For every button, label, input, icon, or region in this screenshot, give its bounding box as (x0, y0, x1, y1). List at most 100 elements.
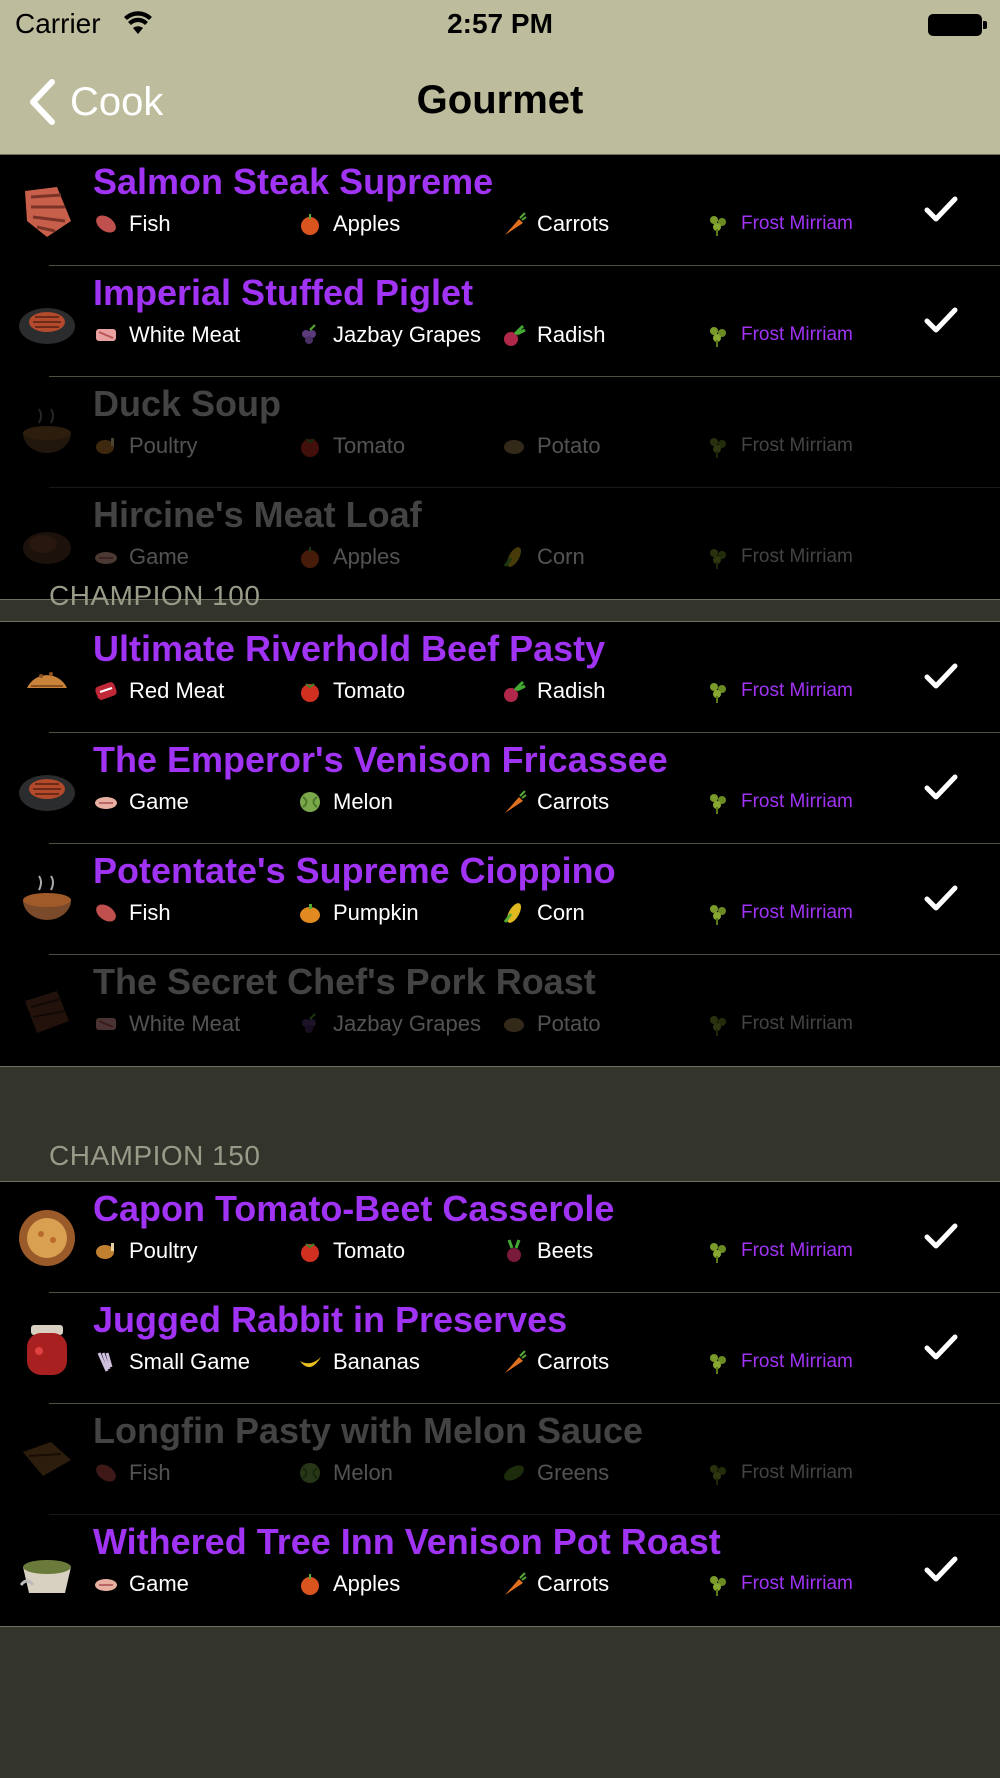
ingredient-3: Carrots (501, 207, 609, 241)
recipe-row[interactable]: Longfin Pasty with Melon Sauce Fish Melo… (0, 1404, 1000, 1515)
checkmark-icon (924, 307, 958, 333)
herb-icon (710, 327, 726, 347)
ingredient-4: Frost Mirriam (705, 1456, 853, 1490)
ingredient-label: White Meat (129, 1011, 241, 1036)
ingredient-label: Fish (129, 1460, 171, 1485)
recipe-row[interactable]: Withered Tree Inn Venison Pot Roast Game… (0, 1515, 1000, 1626)
ingredient-label: Carrots (537, 1571, 610, 1596)
ingredient-label: Bananas (333, 1349, 420, 1374)
poultry-icon (96, 1243, 114, 1259)
ingredient-label: Corn (537, 544, 585, 569)
ingredient-label: Melon (333, 789, 393, 814)
small-game-icon (97, 1352, 113, 1372)
recipe-row[interactable]: Potentate's Supreme Cioppino Fish Pumpki… (0, 844, 1000, 955)
recipe-row[interactable]: Salmon Steak Supreme Fish Apples Carrots… (0, 155, 1000, 266)
herb-icon (710, 1016, 726, 1036)
recipe-name: Hircine's Meat Loaf (93, 494, 422, 535)
apple-icon (301, 214, 319, 235)
herb-icon (710, 216, 726, 236)
ingredient-label: Potato (537, 1011, 601, 1036)
ingredient-label: Frost Mirriam (741, 1013, 853, 1034)
recipe-row[interactable]: Imperial Stuffed Piglet White Meat Jazba… (0, 266, 1000, 377)
recipe-name: Imperial Stuffed Piglet (93, 272, 474, 313)
ingredient-4: Frost Mirriam (705, 429, 853, 463)
greens-icon (504, 1465, 524, 1481)
recipe-name: Duck Soup (93, 383, 282, 424)
ingredient-3: Potato (501, 1007, 601, 1041)
radish-icon (504, 680, 526, 702)
herb-icon (710, 1576, 726, 1596)
ingredient-label: Game (129, 1571, 189, 1596)
apple-icon (301, 547, 319, 568)
recipe-name: Potentate's Supreme Cioppino (93, 850, 616, 891)
melon-icon (300, 792, 320, 812)
ingredient-1: Fish (93, 207, 171, 241)
ingredient-2: Apples (297, 1567, 400, 1601)
ingredient-label: Red Meat (129, 678, 225, 703)
herb-icon (710, 1465, 726, 1485)
recipe-row[interactable]: Capon Tomato-Beet Casserole Poultry Toma… (0, 1182, 1000, 1293)
ingredient-label: Carrots (537, 1349, 610, 1374)
corn-icon (503, 903, 521, 923)
ingredient-1: White Meat (93, 1007, 240, 1041)
recipe-group: Capon Tomato-Beet Casserole Poultry Toma… (0, 1181, 1000, 1627)
potato-icon (504, 1018, 524, 1032)
pork-roast-icon (25, 991, 69, 1033)
ingredient-label: Frost Mirriam (741, 1240, 853, 1261)
ingredient-label: Radish (537, 678, 606, 703)
ingredient-1: Fish (93, 896, 171, 930)
herb-icon (710, 438, 726, 458)
corn-icon (503, 547, 521, 567)
ingredient-1: Poultry (93, 1234, 197, 1268)
recipe-name: Salmon Steak Supreme (93, 161, 494, 202)
ingredient-label: Jazbay Grapes (333, 1011, 481, 1036)
ingredient-3: Radish (501, 674, 605, 708)
cioppino-icon (23, 875, 71, 920)
ingredient-label: Frost Mirriam (741, 435, 853, 456)
ingredient-label: Potato (537, 433, 601, 458)
ingredient-2: Tomato (297, 1234, 405, 1268)
recipe-row[interactable]: Jugged Rabbit in Preserves Small Game Ba… (0, 1293, 1000, 1404)
herb-icon (710, 1243, 726, 1263)
checkmark-icon (924, 1223, 958, 1249)
ingredient-1: Red Meat (93, 674, 224, 708)
recipe-row[interactable]: Ultimate Riverhold Beef Pasty Red Meat T… (0, 622, 1000, 733)
longfin-pasty-icon (23, 1442, 71, 1476)
ingredient-label: Game (129, 544, 189, 569)
ingredient-3: Carrots (501, 785, 609, 819)
ingredient-4: Frost Mirriam (705, 785, 853, 819)
ingredient-2: Jazbay Grapes (297, 1007, 481, 1041)
ingredient-label: Pumpkin (333, 900, 419, 925)
recipe-group: Ultimate Riverhold Beef Pasty Red Meat T… (0, 621, 1000, 1067)
navigation-bar: Cook Gourmet (0, 50, 1000, 155)
ingredient-4: Frost Mirriam (705, 1345, 853, 1379)
ingredient-4: Frost Mirriam (705, 674, 853, 708)
status-bar: Carrier 2:57 PM (0, 0, 1000, 50)
radish-icon (504, 324, 526, 346)
recipe-row[interactable]: Duck Soup Poultry Tomato Potato Frost Mi… (0, 377, 1000, 488)
tomato-icon (301, 1243, 319, 1262)
pumpkin-icon (300, 904, 320, 923)
recipe-name: The Emperor's Venison Fricassee (93, 739, 668, 780)
ingredient-label: Frost Mirriam (741, 680, 853, 701)
fish-icon (96, 1464, 116, 1482)
tomato-icon (301, 438, 319, 457)
recipe-name: Ultimate Riverhold Beef Pasty (93, 628, 606, 669)
recipe-row[interactable]: The Secret Chef's Pork Roast White Meat … (0, 955, 1000, 1066)
recipe-row[interactable]: The Emperor's Venison Fricassee Game Mel… (0, 733, 1000, 844)
carrot-icon (505, 1350, 527, 1373)
ingredient-4: Frost Mirriam (705, 1567, 853, 1601)
herb-icon (710, 905, 726, 925)
ingredient-label: Frost Mirriam (741, 546, 853, 567)
ingredient-label: Tomato (333, 1238, 406, 1263)
recipe-group: Salmon Steak Supreme Fish Apples Carrots… (0, 154, 1000, 600)
potato-icon (504, 440, 524, 454)
recipe-name: Jugged Rabbit in Preserves (93, 1299, 568, 1340)
meat-loaf-icon (23, 532, 71, 564)
ingredient-2: Pumpkin (297, 896, 419, 930)
poultry-icon (96, 438, 114, 454)
ingredient-2: Tomato (297, 429, 405, 463)
stuffed-piglet-icon (19, 308, 75, 344)
herb-icon (710, 549, 726, 569)
ingredient-label: Frost Mirriam (741, 1462, 853, 1483)
